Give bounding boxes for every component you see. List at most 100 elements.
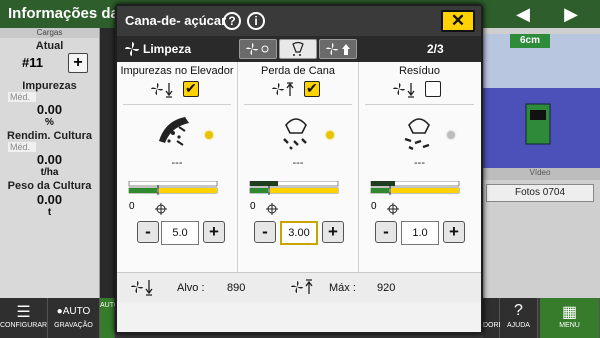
column-perda-cana: Perda de Cana --- <box>238 62 359 272</box>
add-load-button[interactable]: + <box>68 53 88 73</box>
enable-checkbox[interactable] <box>425 81 441 97</box>
med-field-2: Méd. <box>8 142 36 152</box>
app-title: Informações da <box>8 5 119 22</box>
fan-up-icon <box>272 82 294 96</box>
help-circle-icon[interactable]: ? <box>223 12 241 30</box>
map-panel: 6cm Vídeo Fotos 0704 <box>480 28 600 298</box>
back-arrow-icon[interactable]: ◀ <box>508 4 538 24</box>
increase-button[interactable]: + <box>322 221 344 243</box>
decrease-button[interactable]: - <box>254 221 276 243</box>
screen: Informações da ◀ ▶ Cargas Atual #11 + Im… <box>0 0 600 338</box>
depth-badge: 6cm <box>510 34 550 48</box>
alvo-label: Alvo : <box>177 282 205 294</box>
dores-label: DORES <box>483 322 508 329</box>
sensitivity-field[interactable]: 5.0 <box>161 221 199 245</box>
rend-unit: t/ha <box>40 167 59 178</box>
level-bar <box>128 180 218 215</box>
column-header: Impurezas no Elevador <box>120 65 234 77</box>
divider <box>244 104 352 105</box>
column-residuo: Resíduo --- 0 - 1.0 + <box>359 62 480 272</box>
sensitivity-field[interactable]: 3.00 <box>280 221 318 245</box>
video-label: Vídeo <box>480 168 600 180</box>
increase-button[interactable]: + <box>443 221 465 243</box>
dialog-title: Cana-de- açúcar <box>125 13 227 28</box>
dialog-header: Cana-de- açúcar ? i ✕ <box>117 6 481 36</box>
peso-unit: t <box>47 207 52 218</box>
fan-up-icon <box>291 279 313 294</box>
fan-down-icon <box>393 83 415 98</box>
max-label: Máx : <box>329 282 356 294</box>
zero-label: 0 <box>250 201 256 212</box>
max-value: 920 <box>377 282 396 294</box>
load-number: #11 <box>22 55 43 70</box>
sensitivity-field[interactable]: 1.0 <box>401 221 439 245</box>
column-header: Resíduo <box>399 65 440 77</box>
close-button[interactable]: ✕ <box>441 10 475 32</box>
elevator-impurity-icon <box>159 117 189 146</box>
auto-button[interactable]: AUTO <box>100 298 120 338</box>
status-led <box>205 131 213 139</box>
med-field: Méd. <box>8 92 36 102</box>
current-value: --- <box>171 157 183 169</box>
tab-loss-settings[interactable] <box>279 39 317 59</box>
rend-value: 0.00 <box>36 152 63 167</box>
configurar-label: CONFIGURAR <box>0 322 48 329</box>
divider <box>365 104 474 105</box>
harvester-icon <box>525 103 551 145</box>
tab-fan-settings[interactable] <box>239 39 277 59</box>
enable-checkbox[interactable] <box>304 80 320 97</box>
fan-up-icon <box>326 43 350 55</box>
help-icon: ? <box>514 302 523 319</box>
configurar-button[interactable]: ☰ CONFIGURAR <box>0 298 48 338</box>
cleaning-settings-dialog: Cana-de- açúcar ? i ✕ Limpeza 2/3 Impure… <box>115 4 483 334</box>
menu-label: MENU <box>559 322 580 329</box>
impurezas-label: Impurezas <box>22 80 77 92</box>
zero-label: 0 <box>371 201 377 212</box>
section-cargas: Cargas <box>0 28 99 38</box>
peso-label: Peso da Cultura <box>7 180 92 192</box>
dores-button[interactable]: DORES <box>483 298 508 338</box>
fan-icon <box>125 42 139 56</box>
divider <box>123 104 231 105</box>
enable-checkbox[interactable] <box>183 80 199 97</box>
list-icon: ☰ <box>16 304 31 321</box>
auto-label: AUTO <box>62 306 91 317</box>
fan-down-icon <box>151 83 173 98</box>
decrease-button[interactable]: - <box>137 221 159 243</box>
ajuda-label: AJUDA <box>507 322 530 329</box>
rend-label: Rendim. Cultura <box>7 130 92 142</box>
fotos-button[interactable]: Fotos 0704 <box>486 184 594 202</box>
decrease-button[interactable]: - <box>375 221 397 243</box>
cane-loss-icon <box>283 118 307 150</box>
menu-button[interactable]: ▦ MENU <box>540 298 600 338</box>
page-indicator: 2/3 <box>427 42 444 56</box>
tab-extractor-settings[interactable] <box>319 39 357 59</box>
impurezas-unit: % <box>45 117 54 128</box>
auto2-label: AUTO <box>100 302 120 309</box>
alvo-value: 890 <box>227 282 246 294</box>
increase-button[interactable]: + <box>203 221 225 243</box>
status-led <box>326 131 334 139</box>
level-bar <box>370 180 460 215</box>
settings-columns: Impurezas no Elevador ✔ --- 0 - 5.0 + Pe… <box>117 62 481 272</box>
peso-value: 0.00 <box>36 192 63 207</box>
info-circle-icon[interactable]: i <box>247 12 265 30</box>
fan-target-icon <box>246 43 269 55</box>
fan-down-icon <box>131 280 153 296</box>
harvest-info-panel: Cargas Atual #11 + Impurezas Méd. 0.00 %… <box>0 28 100 298</box>
ajuda-button[interactable]: ? AJUDA <box>500 298 538 338</box>
current-value: --- <box>414 157 425 169</box>
mode-bar: Limpeza 2/3 <box>117 36 481 62</box>
zero-label: 0 <box>129 201 135 212</box>
atual-label: Atual <box>35 40 64 52</box>
column-header: Perda de Cana <box>261 65 335 77</box>
loss-icon <box>292 41 304 56</box>
residue-icon <box>404 118 430 151</box>
mode-label: Limpeza <box>143 42 192 56</box>
status-led <box>447 131 455 139</box>
record-icon: ●AUTO <box>56 306 91 317</box>
dialog-bottom-area <box>117 302 481 332</box>
gravacao-button[interactable]: ●AUTO GRAVAÇÃO <box>48 298 100 338</box>
grid-icon: ▦ <box>561 304 578 321</box>
forward-arrow-icon[interactable]: ▶ <box>556 4 586 24</box>
